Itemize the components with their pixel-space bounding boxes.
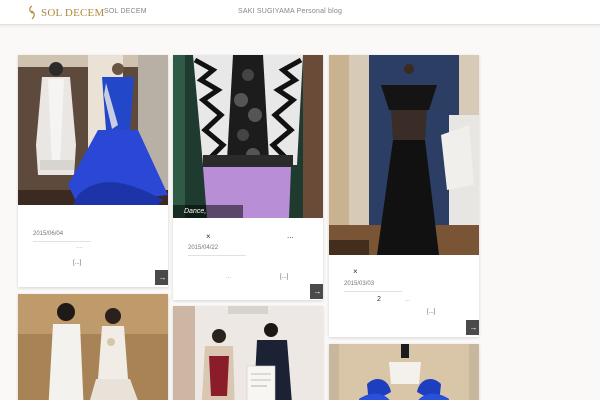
post-count: 2 xyxy=(377,296,381,303)
post-card[interactable]: 2015/06/04 .... [...] → xyxy=(18,55,168,287)
site-header: SOL DECEM SOL DECEM SAKI SUGIYAMA Person… xyxy=(0,0,600,25)
post-caption: Dance, xyxy=(184,208,207,215)
more-options-icon[interactable]: ... xyxy=(287,231,294,240)
date-divider xyxy=(33,241,91,242)
post-dots: ... xyxy=(405,297,411,303)
post-date: 2015/04/22 xyxy=(188,245,219,251)
post-image[interactable] xyxy=(18,294,168,400)
read-more-button[interactable]: → xyxy=(466,320,479,335)
post-image[interactable] xyxy=(173,55,323,218)
post-card[interactable]: × 2015/03/03 2 ... [...] → xyxy=(329,55,479,337)
post-card[interactable] xyxy=(173,306,323,400)
nav-link-sol-decem[interactable]: SOL DECEM xyxy=(104,8,147,15)
post-image[interactable] xyxy=(329,344,479,400)
post-image[interactable] xyxy=(173,306,323,400)
nav-link-personal-blog[interactable]: SAKI SUGIYAMA Personal blog xyxy=(238,8,342,15)
post-dots: .... xyxy=(76,244,83,250)
date-divider xyxy=(188,255,246,256)
post-date: 2015/03/03 xyxy=(344,281,375,287)
date-divider xyxy=(344,291,402,292)
post-excerpt: [...] xyxy=(427,309,436,315)
sun-logo-icon xyxy=(29,5,35,20)
post-image[interactable] xyxy=(329,55,479,255)
post-card[interactable] xyxy=(329,344,479,400)
post-excerpt: [...] xyxy=(73,260,82,266)
close-icon[interactable]: × xyxy=(353,267,358,276)
close-icon[interactable]: × xyxy=(206,232,211,241)
post-card[interactable] xyxy=(18,294,168,400)
read-more-button[interactable]: → xyxy=(310,284,323,299)
post-date: 2015/06/04 xyxy=(33,231,64,237)
post-card[interactable]: Dance, × ... 2015/04/22 ... [...] → xyxy=(173,55,323,300)
post-image[interactable] xyxy=(18,55,168,205)
post-excerpt: [...] xyxy=(280,274,289,280)
read-more-button[interactable]: → xyxy=(155,270,168,285)
post-dots: ... xyxy=(226,274,232,280)
logo-text: SOL DECEM xyxy=(41,6,105,19)
site-logo[interactable]: SOL DECEM xyxy=(26,4,104,21)
